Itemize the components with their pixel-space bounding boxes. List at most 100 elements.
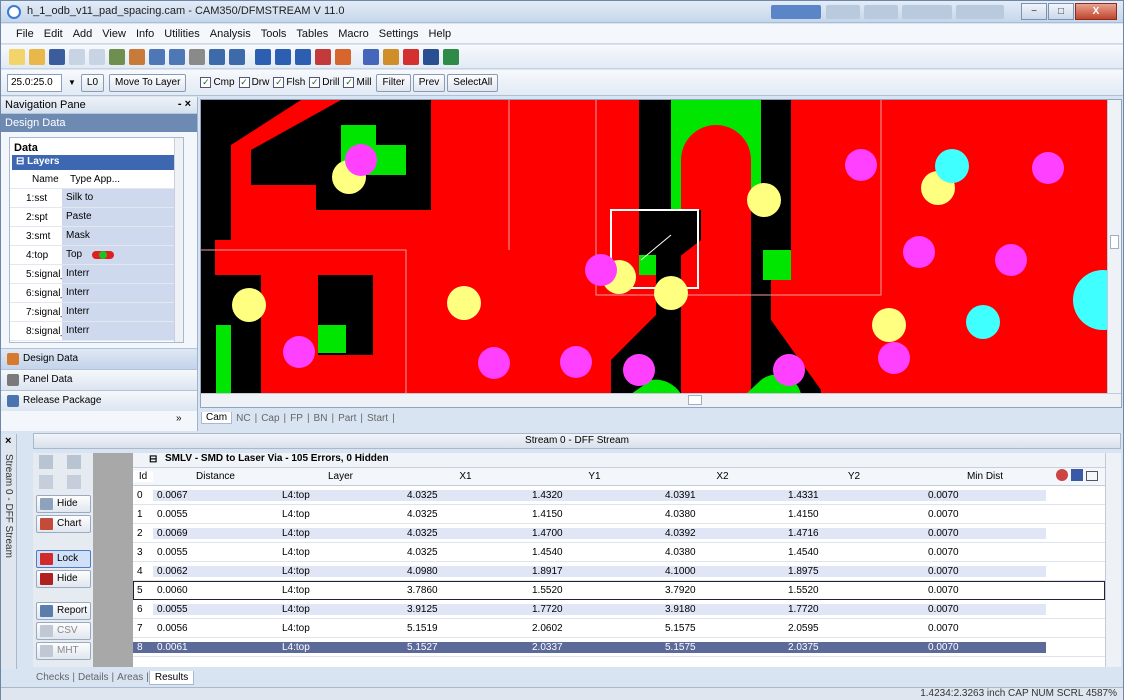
panel-data-button[interactable]: Panel Data xyxy=(1,369,197,390)
col-id[interactable]: Id xyxy=(133,471,153,482)
tab-part[interactable]: Part xyxy=(334,413,360,424)
undo-icon[interactable] xyxy=(69,48,85,65)
lock-button[interactable]: Lock xyxy=(36,550,91,568)
cam-canvas[interactable] xyxy=(200,99,1122,408)
collapse-icon[interactable]: ⊟ xyxy=(16,156,27,167)
col-distance[interactable]: Distance xyxy=(153,471,278,482)
col-y1[interactable]: Y1 xyxy=(528,471,661,482)
table-icon[interactable] xyxy=(1085,471,1098,481)
redraw-icon[interactable] xyxy=(209,48,225,65)
table-row[interactable]: 0 0.0067 L4:top 4.0325 1.4320 4.0391 1.4331 0.0… xyxy=(133,486,1105,505)
move-to-layer-button[interactable]: Move To Layer xyxy=(109,73,187,92)
close-button[interactable]: X xyxy=(1075,3,1117,20)
table-row[interactable]: 6 0.0055 L4:top 3.9125 1.7720 3.9180 1.7720 0.0… xyxy=(133,600,1105,619)
menu-edit[interactable]: Edit xyxy=(39,28,68,40)
close-icon[interactable]: × xyxy=(5,435,11,447)
cmp-checkbox[interactable]: ✓ Cmp xyxy=(200,77,235,88)
hide-button-2[interactable]: Hide xyxy=(36,570,91,588)
close-icon[interactable]: - × xyxy=(178,98,191,110)
column-chooser[interactable] xyxy=(1046,469,1105,484)
tab-cap[interactable]: Cap xyxy=(257,413,283,424)
new-file-icon[interactable] xyxy=(9,48,25,65)
filter-button[interactable]: Filter xyxy=(376,73,411,92)
canvas-vertical-scrollbar[interactable] xyxy=(1107,100,1121,407)
menu-view[interactable]: View xyxy=(97,28,131,40)
canvas-horizontal-scrollbar[interactable] xyxy=(201,393,1121,407)
flag-icon[interactable] xyxy=(1070,469,1083,481)
col-min-dist[interactable]: Min Dist xyxy=(924,471,1046,482)
chevron-down-icon[interactable]: ▼ xyxy=(68,78,76,87)
table-icon[interactable] xyxy=(295,48,311,65)
table-row[interactable]: 2 0.0069 L4:top 4.0325 1.4700 4.0392 1.4716 0.0… xyxy=(133,524,1105,543)
menu-macro[interactable]: Macro xyxy=(333,28,374,40)
zoom-previous-icon[interactable] xyxy=(189,48,205,65)
hide-button[interactable]: Hide xyxy=(36,495,91,513)
menu-settings[interactable]: Settings xyxy=(374,28,424,40)
save-icon[interactable] xyxy=(49,48,65,65)
zoom-all-icon[interactable] xyxy=(129,48,145,65)
layer-row[interactable]: 5:signal_2 Interr xyxy=(10,265,175,284)
redo-icon[interactable] xyxy=(89,48,105,65)
mht-button[interactable]: MHT xyxy=(36,642,91,660)
csv-button[interactable]: CSV xyxy=(36,622,91,640)
tab-start[interactable]: Start xyxy=(363,413,392,424)
pcb-graphics[interactable] xyxy=(201,100,1107,394)
col-layer[interactable]: Layer xyxy=(278,471,403,482)
prev-button[interactable]: Prev xyxy=(412,73,446,92)
collapse-all-icon[interactable] xyxy=(67,475,81,489)
zoom-in-icon[interactable] xyxy=(149,48,165,65)
delete-icon[interactable] xyxy=(403,48,419,65)
menu-tables[interactable]: Tables xyxy=(291,28,333,40)
tab-fp[interactable]: FP xyxy=(286,413,307,424)
tab-areas[interactable]: Areas xyxy=(114,672,146,683)
chart-button[interactable]: Chart xyxy=(36,515,91,533)
filter-icon[interactable] xyxy=(39,455,53,469)
release-package-button[interactable]: Release Package xyxy=(1,390,197,411)
tab-cam[interactable]: Cam xyxy=(201,412,233,424)
table-row[interactable]: 5 0.0060 L4:top 3.7860 1.5520 3.7920 1.5520 0.0… xyxy=(133,581,1105,600)
layer-row[interactable]: 7:signal_4 Interr xyxy=(10,303,175,322)
layer-list-scrollbar[interactable] xyxy=(174,138,183,342)
rotate-icon[interactable] xyxy=(423,48,439,65)
table-row[interactable]: 4 0.0062 L4:top 4.0980 1.8917 4.1000 1.8975 0.0… xyxy=(133,562,1105,581)
layer-row[interactable]: 2:spt Paste xyxy=(10,208,175,227)
layers-group-header[interactable]: ⊟ Layers xyxy=(12,155,175,170)
report-button[interactable]: Report xyxy=(36,602,91,620)
menu-help[interactable]: Help xyxy=(424,28,457,40)
tab-results[interactable]: Results xyxy=(148,670,195,685)
drw-checkbox[interactable]: ✓ Drw xyxy=(238,77,269,88)
layer-color-swatch[interactable] xyxy=(92,251,114,259)
menu-info[interactable]: Info xyxy=(131,28,159,40)
table-row[interactable]: 3 0.0055 L4:top 4.0325 1.4540 4.0380 1.4540 0.0… xyxy=(133,543,1105,562)
layer-row[interactable]: 8:signal_5 Interr xyxy=(10,322,175,341)
tab-nc[interactable]: NC xyxy=(232,413,254,424)
error-group-header[interactable]: ⊟ SMLV - SMD to Laser Via - 105 Errors, … xyxy=(133,453,1105,468)
open-folder-icon[interactable] xyxy=(29,48,45,65)
flsh-checkbox[interactable]: ✓ Flsh xyxy=(273,77,305,88)
copy-icon[interactable] xyxy=(383,48,399,65)
layer-row[interactable]: 4:top Top xyxy=(10,246,175,265)
tab-bn[interactable]: BN xyxy=(310,413,332,424)
mill-checkbox[interactable]: ✓ Mill xyxy=(343,77,371,88)
snap-icon[interactable] xyxy=(275,48,291,65)
stream-side-tab[interactable]: Stream 0 - DFF Stream xyxy=(1,434,17,669)
table-row-selected[interactable]: 8 0.0061 L4:top 5.1527 2.0337 5.1575 2.0375 0.0… xyxy=(133,638,1105,657)
query-icon[interactable] xyxy=(443,48,459,65)
table-row[interactable]: 1 0.0055 L4:top 4.0325 1.4150 4.0380 1.4150 0.0… xyxy=(133,505,1105,524)
grid-icon[interactable] xyxy=(255,48,271,65)
menu-add[interactable]: Add xyxy=(68,28,98,40)
col-y2[interactable]: Y2 xyxy=(784,471,924,482)
layer-button[interactable]: L0 xyxy=(80,73,105,92)
col-x1[interactable]: X1 xyxy=(403,471,528,482)
globe-icon[interactable] xyxy=(1056,469,1068,481)
menu-file[interactable]: File xyxy=(11,28,39,40)
minimize-button[interactable]: − xyxy=(1021,3,1047,20)
zoom-out-icon[interactable] xyxy=(169,48,185,65)
layer-row[interactable]: 1:sst Silk to xyxy=(10,189,175,208)
sort-icon[interactable] xyxy=(67,455,81,469)
expand-icon[interactable] xyxy=(39,475,53,489)
move-icon[interactable] xyxy=(363,48,379,65)
col-x2[interactable]: X2 xyxy=(661,471,784,482)
menu-analysis[interactable]: Analysis xyxy=(205,28,256,40)
chevron-double-down-icon[interactable]: » xyxy=(176,413,182,424)
